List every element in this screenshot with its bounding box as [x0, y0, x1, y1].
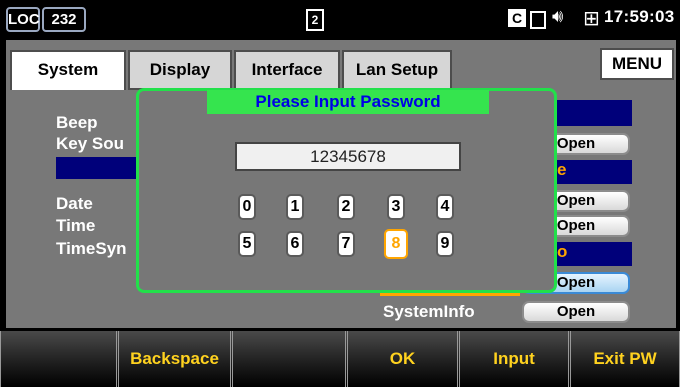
selection-underline	[380, 293, 520, 296]
section-bar-right-2	[556, 160, 632, 184]
section-label-right-2: e	[557, 160, 567, 179]
section-bar-left	[56, 157, 140, 179]
tab-display[interactable]: Display	[128, 50, 232, 90]
soft-key-exit-pw[interactable]: Exit PW	[570, 331, 680, 387]
dialog-title: Please Input Password	[207, 90, 489, 114]
tab-system[interactable]: System	[10, 50, 126, 90]
password-field[interactable]: 12345678	[235, 142, 461, 171]
status-bar: LOC 232 2 C 🔊︎ ⊞ 17:59:03	[0, 0, 680, 37]
key-0[interactable]: 0	[238, 194, 256, 220]
key-1[interactable]: 1	[286, 194, 304, 220]
soft-key-backspace[interactable]: Backspace	[118, 331, 231, 387]
interface-badge: 232	[42, 7, 86, 32]
open-button-system-info[interactable]: Open	[522, 301, 630, 323]
key-4[interactable]: 4	[436, 194, 454, 220]
speaker-icon: 🔊︎	[552, 6, 564, 26]
key-sound-label: Key Sou	[56, 134, 125, 153]
soft-key-ok[interactable]: OK	[347, 331, 458, 387]
beep-label: Beep	[56, 113, 98, 132]
key-2[interactable]: 2	[337, 194, 355, 220]
time-sync-label: TimeSyn	[56, 239, 127, 258]
date-label: Date	[56, 194, 93, 213]
clock: 17:59:03	[604, 7, 675, 26]
tab-lan-setup[interactable]: Lan Setup	[342, 50, 452, 90]
key-9[interactable]: 9	[436, 231, 454, 257]
key-8-selected[interactable]: 8	[384, 229, 408, 259]
document-icon: 2	[306, 9, 324, 31]
password-dialog	[136, 88, 557, 293]
usb-icon	[530, 11, 546, 29]
local-mode-badge[interactable]: LOC	[6, 7, 40, 32]
key-5[interactable]: 5	[238, 231, 256, 257]
soft-key-3[interactable]	[232, 331, 346, 387]
instrument-screen: LOC 232 2 C 🔊︎ ⊞ 17:59:03 System Display…	[0, 0, 680, 387]
time-label: Time	[56, 216, 96, 235]
ce-icon: C	[508, 9, 526, 27]
section-bar-right-3	[556, 242, 632, 266]
soft-key-1[interactable]	[0, 331, 117, 387]
menu-button[interactable]: MENU	[600, 48, 674, 80]
section-bar-right-1	[556, 100, 632, 126]
section-label-right-3: o	[557, 242, 568, 261]
key-3[interactable]: 3	[387, 194, 405, 220]
system-info-label: SystemInfo	[383, 302, 475, 321]
key-6[interactable]: 6	[286, 231, 304, 257]
lan-icon: ⊞	[583, 8, 600, 30]
tab-interface[interactable]: Interface	[234, 50, 340, 90]
soft-key-input[interactable]: Input	[459, 331, 569, 387]
key-7[interactable]: 7	[337, 231, 355, 257]
